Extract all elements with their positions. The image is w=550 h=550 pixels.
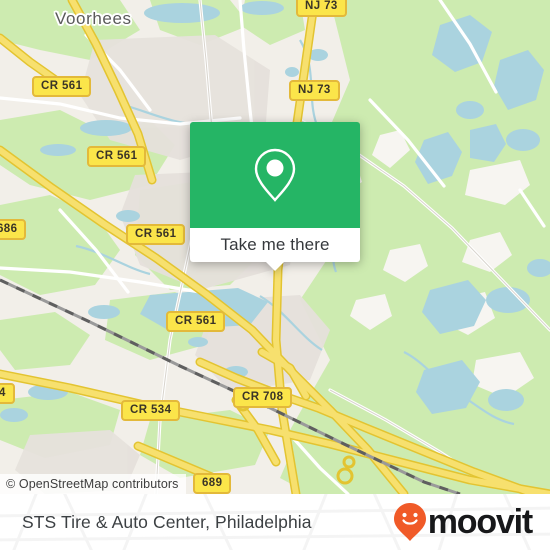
moovit-wordmark: moovit — [427, 503, 533, 541]
map-canvas[interactable]: Voorhees CR 561 NJ 73 NJ 73 CR 561 686 C… — [0, 0, 550, 494]
road-shield-cr-561-c: CR 561 — [126, 224, 186, 246]
road-shield-cr-561-d: CR 561 — [166, 311, 226, 333]
bottom-bar: STS Tire & Auto Center, Philadelphia moo… — [0, 494, 550, 550]
map-attribution[interactable]: © OpenStreetMap contributors — [0, 474, 186, 494]
card-tail — [266, 262, 284, 271]
take-me-there-label: Take me there — [220, 235, 330, 254]
road-shield-cr-561-a: CR 561 — [32, 76, 92, 98]
take-me-there-card[interactable]: Take me there — [190, 122, 360, 271]
road-shield-nj-73-a: NJ 73 — [296, 0, 347, 18]
road-shield-686: 686 — [0, 219, 27, 241]
place-title: STS Tire & Auto Center, Philadelphia — [22, 511, 312, 532]
card-icon-area — [190, 122, 360, 228]
road-shield-cr-561-b: CR 561 — [87, 146, 147, 168]
moovit-pin-smiley-logo — [393, 503, 426, 541]
moovit-place-map-screenshot: Voorhees CR 561 NJ 73 NJ 73 CR 561 686 C… — [0, 0, 550, 550]
road-shield-cr-708: CR 708 — [233, 387, 293, 409]
road-shield-534-edge: 4 — [0, 383, 15, 405]
card-footer[interactable]: Take me there — [190, 228, 360, 271]
map-pin-icon — [254, 148, 296, 202]
moovit-logo[interactable]: moovit — [393, 502, 533, 542]
road-shield-cr-534: CR 534 — [121, 400, 181, 422]
place-label-voorhees: Voorhees — [55, 9, 132, 28]
road-shield-nj-73-b: NJ 73 — [289, 80, 340, 102]
road-shield-689: 689 — [193, 473, 232, 494]
